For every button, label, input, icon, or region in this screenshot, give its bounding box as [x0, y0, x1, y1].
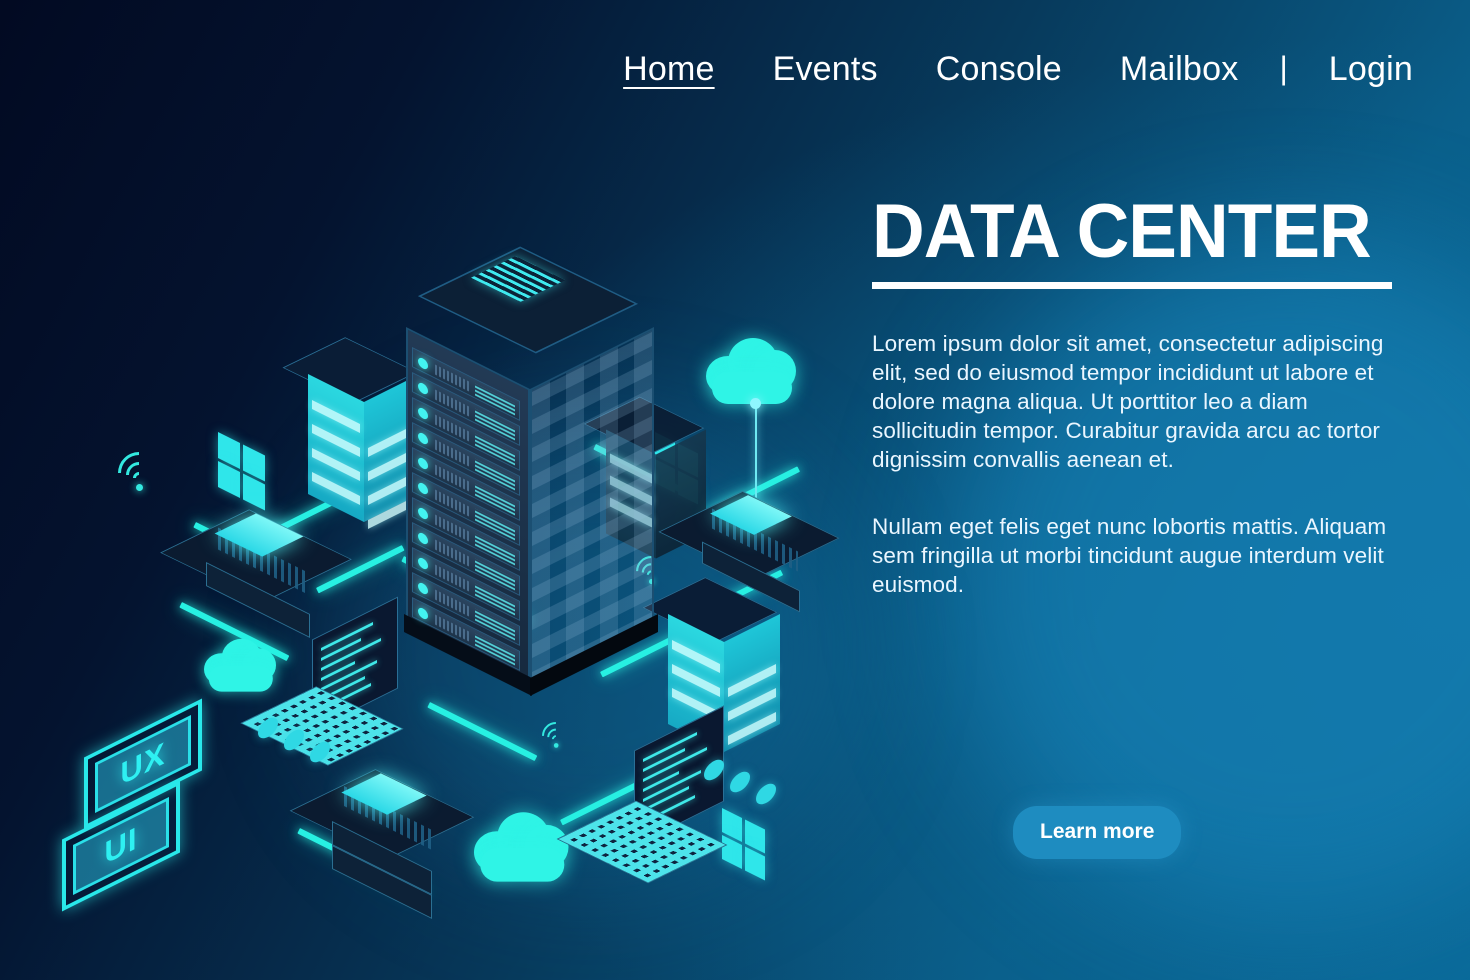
- hero-paragraph-1: Lorem ipsum dolor sit amet, consectetur …: [872, 331, 1384, 473]
- data-center-illustration: UX UI: [0, 0, 900, 980]
- rack-unit-led: [418, 580, 428, 596]
- rack-unit-led: [418, 530, 428, 546]
- antenna-node: [750, 398, 761, 409]
- main-navigation: Home Events Console Mailbox | Login: [594, 50, 1442, 87]
- antenna-line: [755, 404, 757, 500]
- page-title: DATA CENTER: [872, 189, 1372, 274]
- landing-page: UX UI Home Events Console Mailbox | Logi…: [0, 0, 1470, 980]
- nav-item-home[interactable]: Home: [594, 52, 744, 86]
- rack-unit-led: [418, 430, 428, 446]
- status-dot: [730, 767, 750, 797]
- nav-item-console[interactable]: Console: [907, 52, 1091, 86]
- nav-separator: |: [1279, 50, 1288, 86]
- learn-more-button[interactable]: Learn more: [1013, 806, 1182, 859]
- hero-section: DATA CENTER Lorem ipsum dolor sit amet, …: [872, 189, 1412, 599]
- rack-unit-led: [418, 455, 428, 471]
- hero-paragraph-2: Nullam eget felis eget nunc lobortis mat…: [872, 514, 1387, 598]
- title-underline-rule: [872, 282, 1392, 290]
- glow-track: [427, 702, 538, 762]
- rack-unit-led: [418, 505, 428, 521]
- nav-item-events[interactable]: Events: [744, 52, 907, 86]
- rack-unit-led: [418, 355, 428, 371]
- rack-unit-led: [418, 480, 428, 496]
- status-dot: [756, 779, 776, 809]
- nav-item-login[interactable]: Login: [1300, 52, 1442, 86]
- rack-unit-led: [418, 405, 428, 421]
- rack-unit-led: [418, 380, 428, 396]
- nav-item-mailbox[interactable]: Mailbox: [1091, 52, 1268, 86]
- rack-unit-led: [418, 555, 428, 571]
- rack-unit-led: [418, 605, 428, 621]
